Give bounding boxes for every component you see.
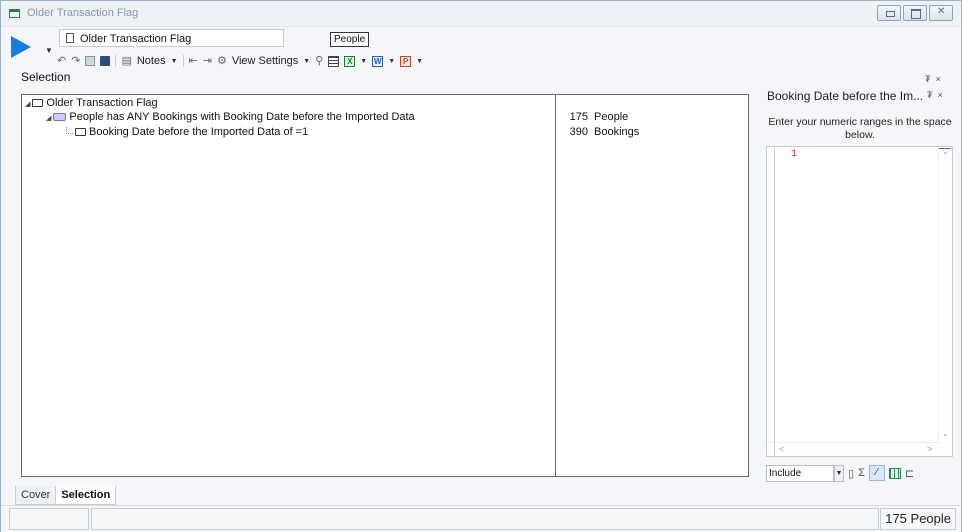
- window-title: Older Transaction Flag: [27, 7, 139, 19]
- word-dropdown-chevron-icon[interactable]: ▼: [388, 58, 395, 65]
- tree-root-label: Older Transaction Flag: [46, 97, 158, 109]
- app-window-icon: [9, 9, 20, 18]
- notes-doc-icon[interactable]: ▤: [121, 54, 131, 68]
- grid-icon[interactable]: [888, 467, 901, 479]
- status-cell: [9, 508, 89, 530]
- document-icon: [66, 33, 74, 43]
- tree-row-leaf[interactable]: Booking Date before the Imported Data of…: [75, 125, 308, 139]
- notes-button[interactable]: Notes: [137, 55, 166, 67]
- selection-node-icon: [32, 99, 44, 107]
- close-window-button[interactable]: [929, 5, 953, 21]
- selection-tree-panel[interactable]: ◢ Older Transaction Flag ◢ People has ANY …: [21, 94, 749, 477]
- tab-selection[interactable]: Selection: [56, 486, 117, 505]
- excel-icon[interactable]: X: [344, 55, 356, 67]
- any-link-icon: [53, 113, 67, 121]
- save-icon[interactable]: [100, 56, 111, 66]
- indent-icon[interactable]: ⇥: [203, 54, 212, 68]
- status-bar: 175 People: [1, 505, 961, 532]
- count-table: Bookings: [594, 126, 640, 138]
- run-play-icon[interactable]: [11, 36, 31, 58]
- document-tabs: Cover Selection: [15, 486, 117, 505]
- scroll-thumb[interactable]: [939, 148, 951, 150]
- view-settings-button[interactable]: View Settings: [232, 55, 298, 67]
- range-edit-icon[interactable]: ⁄: [868, 465, 885, 481]
- notes-dropdown-chevron-icon[interactable]: ▼: [171, 58, 178, 65]
- status-cell: [91, 508, 879, 530]
- pin-icon[interactable]: ₮: [925, 74, 931, 84]
- run-dropdown-chevron-icon[interactable]: ▼: [45, 46, 53, 55]
- resolve-table-badge[interactable]: People: [330, 32, 370, 47]
- count-number: 175: [569, 111, 588, 123]
- count-table: People: [594, 111, 629, 123]
- count-row: 390 Bookings: [558, 125, 640, 139]
- criteria-bottom-toolbar: Include ▼ ▯ Σ ⁄ ⊏: [766, 464, 914, 482]
- toolbar-separator: [115, 55, 117, 67]
- scroll-left-icon[interactable]: <: [779, 444, 784, 454]
- powerpoint-dropdown-chevron-icon[interactable]: ▼: [416, 58, 423, 65]
- table-settings-icon[interactable]: ▯: [848, 467, 854, 480]
- link-icon[interactable]: ⚲: [315, 54, 323, 68]
- expand-arrow-icon[interactable]: ◢: [46, 115, 51, 122]
- view-settings-dropdown-chevron-icon[interactable]: ▼: [303, 58, 310, 65]
- scroll-right-icon[interactable]: >: [927, 444, 932, 454]
- scroll-up-icon[interactable]: ⌃: [942, 151, 949, 160]
- sigma-icon[interactable]: Σ: [858, 467, 865, 479]
- app-window: Older Transaction Flag ▼ Older Transacti…: [0, 0, 962, 532]
- editor-gutter: [767, 147, 775, 456]
- toolbar-separator: [182, 55, 184, 67]
- undo-icon[interactable]: ↶: [57, 54, 66, 68]
- close-icon[interactable]: ×: [936, 74, 941, 84]
- editor-line-number: 1: [791, 149, 798, 160]
- tree-row-any[interactable]: ◢ People has ANY Bookings with Booking Da…: [46, 110, 415, 124]
- include-dropdown-chevron-icon[interactable]: ▼: [834, 464, 844, 482]
- include-mode-select[interactable]: Include: [766, 464, 834, 482]
- add-row-icon[interactable]: ⊏: [905, 467, 914, 480]
- minimize-button[interactable]: [877, 5, 901, 21]
- tree-row-root[interactable]: ◢ Older Transaction Flag: [25, 96, 158, 110]
- expand-arrow-icon[interactable]: ◢: [25, 101, 30, 108]
- outdent-icon[interactable]: ⇤: [189, 54, 198, 68]
- toolbar: ↶ ↷ ▤ Notes ▼ ⇤ ⇥ ⚙ View Settings ▼ ⚲ X …: [57, 53, 423, 69]
- column-divider: [555, 95, 556, 476]
- grid-view-icon[interactable]: [328, 55, 340, 67]
- selection-name-value: Older Transaction Flag: [80, 33, 192, 45]
- status-count: 175 People: [880, 508, 956, 530]
- close-icon[interactable]: ×: [938, 90, 943, 100]
- pin-icon[interactable]: [85, 56, 96, 66]
- count-row: 175 People: [558, 110, 629, 124]
- criteria-panel-title: Booking Date before the Im...: [767, 89, 922, 103]
- word-icon[interactable]: W: [372, 55, 384, 67]
- editor-horizontal-scrollbar[interactable]: < >: [767, 442, 940, 456]
- numeric-range-editor[interactable]: 1 ⌃ ⌄ < >: [766, 146, 953, 457]
- scroll-down-icon[interactable]: ⌄: [942, 429, 949, 438]
- criteria-node-icon: [75, 128, 86, 136]
- selection-name-field[interactable]: Older Transaction Flag: [59, 29, 284, 47]
- tree-any-label: People has ANY Bookings with Booking Dat…: [69, 111, 415, 123]
- pin-icon[interactable]: ₮: [927, 90, 933, 100]
- count-number: 390: [569, 126, 588, 138]
- panel-pin-close-controls[interactable]: ₮ ×: [925, 74, 941, 84]
- editor-vertical-scrollbar[interactable]: ⌃ ⌄: [938, 147, 952, 442]
- tree-leaf-label: Booking Date before the Imported Data of…: [89, 126, 309, 138]
- criteria-instructions: Enter your numeric ranges in the space b…: [768, 116, 952, 141]
- redo-icon[interactable]: ↷: [71, 54, 80, 68]
- settings-gear-icon[interactable]: ⚙: [217, 54, 227, 68]
- tab-cover[interactable]: Cover: [15, 486, 57, 505]
- section-heading: Selection: [21, 70, 71, 84]
- title-bar: Older Transaction Flag: [1, 1, 961, 27]
- maximize-button[interactable]: [903, 5, 927, 21]
- powerpoint-icon[interactable]: P: [400, 55, 412, 67]
- criteria-panel-controls[interactable]: ₮ ×: [927, 90, 943, 100]
- excel-dropdown-chevron-icon[interactable]: ▼: [360, 58, 367, 65]
- window-controls: [877, 5, 953, 21]
- tree-connector-line: [66, 127, 73, 134]
